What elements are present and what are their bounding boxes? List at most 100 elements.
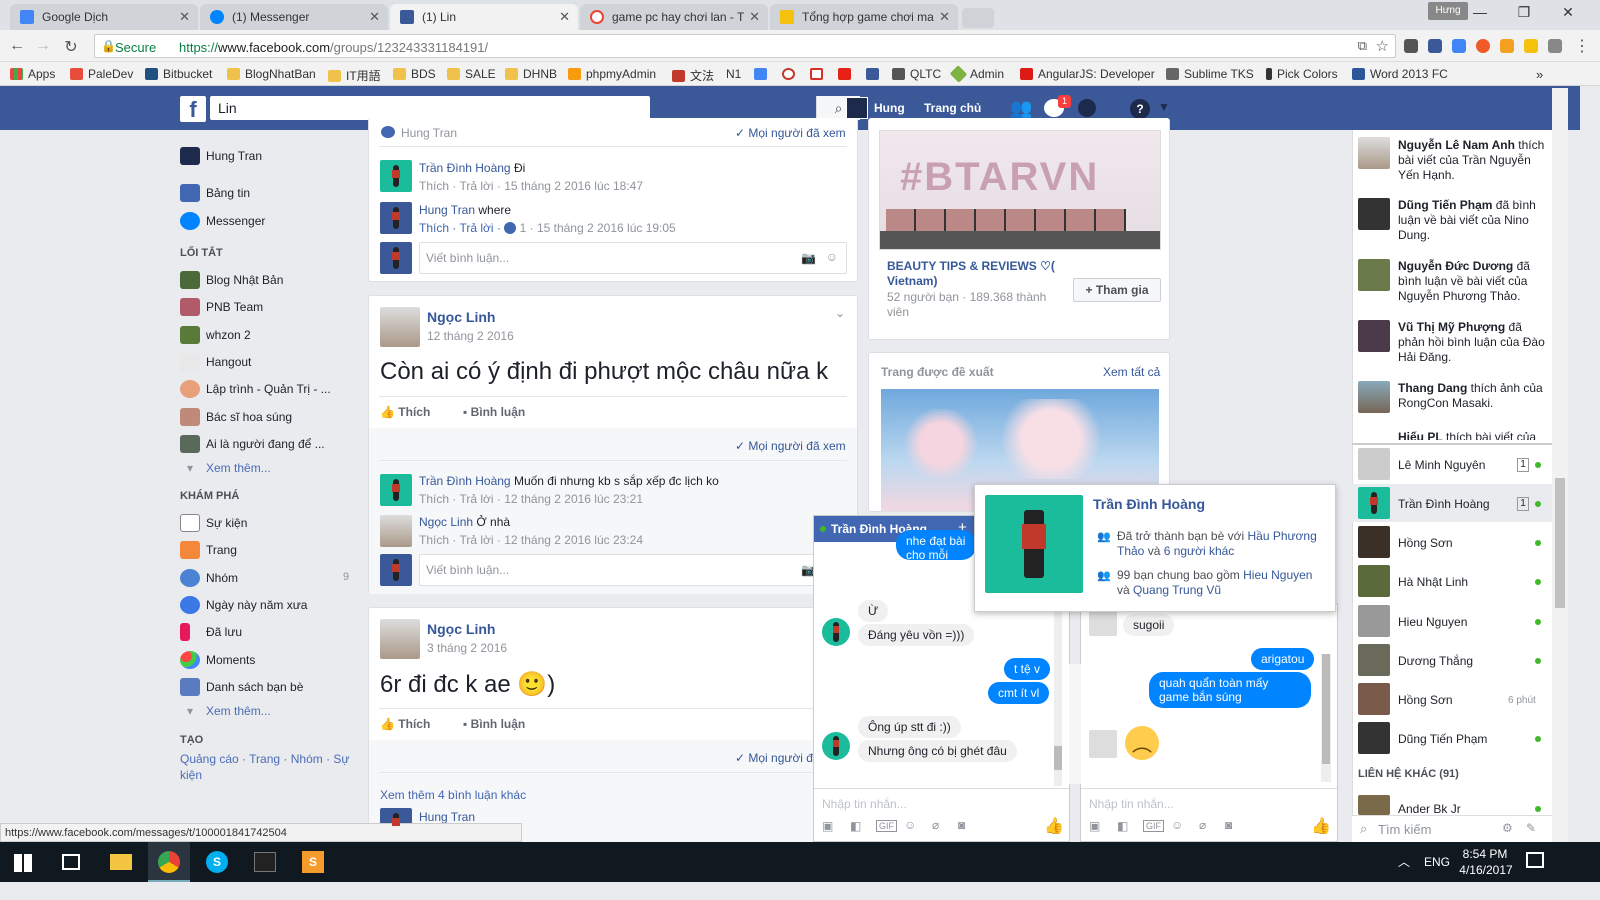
bookmark-search[interactable] [782,67,800,81]
comment-input[interactable]: Viết bình luận... 📷 [419,554,847,586]
photo-icon[interactable]: ▣ [822,819,833,833]
left-nav-news-feed[interactable]: Bảng tin [180,184,250,202]
search-input[interactable]: Lin ⌕ [210,96,860,120]
star-icon[interactable]: ☆ [1376,37,1389,55]
explore-pages[interactable]: Trang [180,541,237,559]
shortcut-ai-la-nguoi[interactable]: Ai là người đang để ... [180,435,325,453]
join-group-button[interactable]: + Tham gia [1073,278,1161,302]
tab-facebook-lin[interactable]: (1) Lin ✕ [390,4,578,30]
forward-icon[interactable]: → [32,37,54,57]
sublime-icon[interactable]: S [302,851,324,873]
taskbar-chrome[interactable] [148,842,190,882]
facebook-logo-icon[interactable]: f [180,96,206,122]
language-indicator[interactable]: ENG [1424,855,1450,869]
clock-date[interactable]: 4/16/2017 [1456,863,1516,877]
avatar[interactable] [380,307,420,347]
bookmark-translate[interactable] [754,67,772,81]
bookmark-admin[interactable]: Admin [949,65,1004,83]
close-icon[interactable]: ✕ [179,9,190,25]
explore-friend-lists[interactable]: Danh sách bạn bè [180,678,303,696]
friend-link[interactable]: Quang Trung Vũ [1133,583,1221,597]
camera-icon[interactable]: ◙ [1225,818,1232,832]
help-icon[interactable]: ? [1130,99,1150,119]
emoji-icon[interactable]: ☺ [826,250,838,264]
avatar[interactable] [380,474,412,506]
avatar[interactable] [380,515,412,547]
sticker-icon[interactable]: ◧ [850,819,861,833]
friends-icon[interactable]: 👥 [1010,98,1032,118]
tab-game-list[interactable]: Tổng hợp game chơi ma ✕ [770,4,958,30]
contact-name[interactable]: Ander Bk Jr [1398,802,1461,816]
bookmark-paledev[interactable]: PaleDev [70,67,133,81]
terminal-icon[interactable] [254,852,276,872]
emoji-icon[interactable]: ☺ [904,818,916,832]
contact-name[interactable]: Hồng Sơn [1398,693,1453,707]
ticker-item[interactable]: Thang Dang thích ảnh của RongCon Masaki. [1398,381,1546,411]
shortcut-hangout[interactable]: Hangout [180,353,251,371]
reload-icon[interactable]: ↻ [60,37,82,57]
contact-name[interactable]: Dũng Tiến Phạm [1398,732,1487,746]
shortcut-pnb-team[interactable]: PNB Team [180,298,263,316]
bookmark-bitbucket[interactable]: Bitbucket [145,67,212,81]
contact-name[interactable]: Lê Minh Nguyên [1398,458,1485,472]
avatar[interactable] [380,160,412,192]
seen-by-all[interactable]: ✓ Mọi người đ [735,751,813,765]
maximize-icon[interactable]: ❐ [1502,4,1546,26]
bookmarks-overflow-icon[interactable]: » [1536,67,1543,82]
home-link[interactable]: Trang chủ [924,101,981,115]
extension-icon[interactable] [1524,39,1538,53]
explore-groups[interactable]: Nhóm [180,569,238,587]
ticker-item[interactable]: Nguyễn Đức Dương đã bình luận về bài viế… [1398,259,1546,304]
attachment-icon[interactable]: ⌀ [1199,818,1206,832]
globe-icon[interactable] [1078,99,1096,117]
close-icon[interactable]: ✕ [749,9,760,25]
extension-icon[interactable] [1476,39,1490,53]
sticker-icon[interactable]: ◧ [1117,819,1128,833]
thumbs-up-icon[interactable]: 👍 [1044,816,1064,836]
view-more-comments[interactable]: Xem thêm 4 bình luận khác [380,788,526,802]
tab-google-dich[interactable]: Google Dịch ✕ [10,4,198,30]
gif-icon[interactable]: GIF [1143,820,1164,832]
bookmark-dhnb[interactable]: DHNB [505,67,557,81]
see-all-link[interactable]: Xem tất cả [1103,365,1160,379]
like-button[interactable]: 👍 Thích [380,405,430,419]
shortcut-bac-si-hoa-sung[interactable]: Bác sĩ hoa súng [180,408,292,426]
chevron-up-icon[interactable]: ︿ [1398,853,1410,870]
avatar[interactable] [846,97,868,119]
ticker-item[interactable]: Nguyễn Lê Nam Anh thích bài viết của Trầ… [1398,138,1546,183]
left-nav-messenger[interactable]: Messenger [180,212,265,230]
avatar[interactable] [380,619,420,659]
bookmark-apps[interactable]: Apps [10,67,55,81]
left-nav-profile[interactable]: Hung Tran [180,147,262,165]
new-tab-button[interactable] [962,8,994,28]
others-link[interactable]: 6 người khác [1164,544,1235,558]
camera-icon[interactable]: 📷 [801,251,816,265]
bookmark-qltc[interactable]: QLTC [892,67,941,81]
post-date[interactable]: 3 tháng 2 2016 [427,641,507,655]
liker-name[interactable]: Hung Tran [401,126,457,140]
bookmark-bunpou[interactable]: 文法 [672,67,714,84]
ticker-item[interactable]: Hiếu PL thích bài viết của [1398,430,1546,440]
comment-actions[interactable]: Thích · Trả lời · [419,221,501,235]
tab-messenger[interactable]: (1) Messenger ✕ [200,4,388,30]
friend-link[interactable]: Hieu Nguyen [1243,568,1312,582]
bookmark-phpmyadmin[interactable]: phpmyAdmin [568,67,656,81]
group-cover-image[interactable]: #BTARVN [879,130,1161,250]
comment-author[interactable]: Ngọc Linh [419,515,473,529]
camera-icon[interactable]: ◙ [958,818,965,832]
seen-by-all[interactable]: ✓ Mọi người đã xem [735,126,846,140]
chat-search-bar[interactable]: ⌕ Tìm kiếm ⚙ ✎ [1352,815,1552,842]
bookmark-n1[interactable]: N1 [726,67,741,81]
bookmark-sale[interactable]: SALE [447,67,496,81]
bookmark-blognhatban[interactable]: BlogNhatBan [227,67,316,81]
shortcut-blog-nhat-ban[interactable]: Blog Nhật Bản [180,271,283,289]
see-more-explore[interactable]: ▾ Xem thêm... [180,704,271,718]
tab-google-search[interactable]: game pc hay chơi lan - T ✕ [580,4,768,30]
shortcut-lap-trinh[interactable]: Lập trình - Quản Trị - ... [180,380,331,398]
profile-link[interactable]: Hung [874,101,905,115]
bookmark-gmail[interactable] [810,67,828,81]
bookmark-word2013[interactable]: Word 2013 FC [1352,67,1448,81]
thumbs-up-icon[interactable]: 👍 [1311,816,1331,836]
scrollbar-thumb[interactable] [1322,654,1330,764]
see-more-shortcuts[interactable]: ▾ Xem thêm... [180,461,271,475]
